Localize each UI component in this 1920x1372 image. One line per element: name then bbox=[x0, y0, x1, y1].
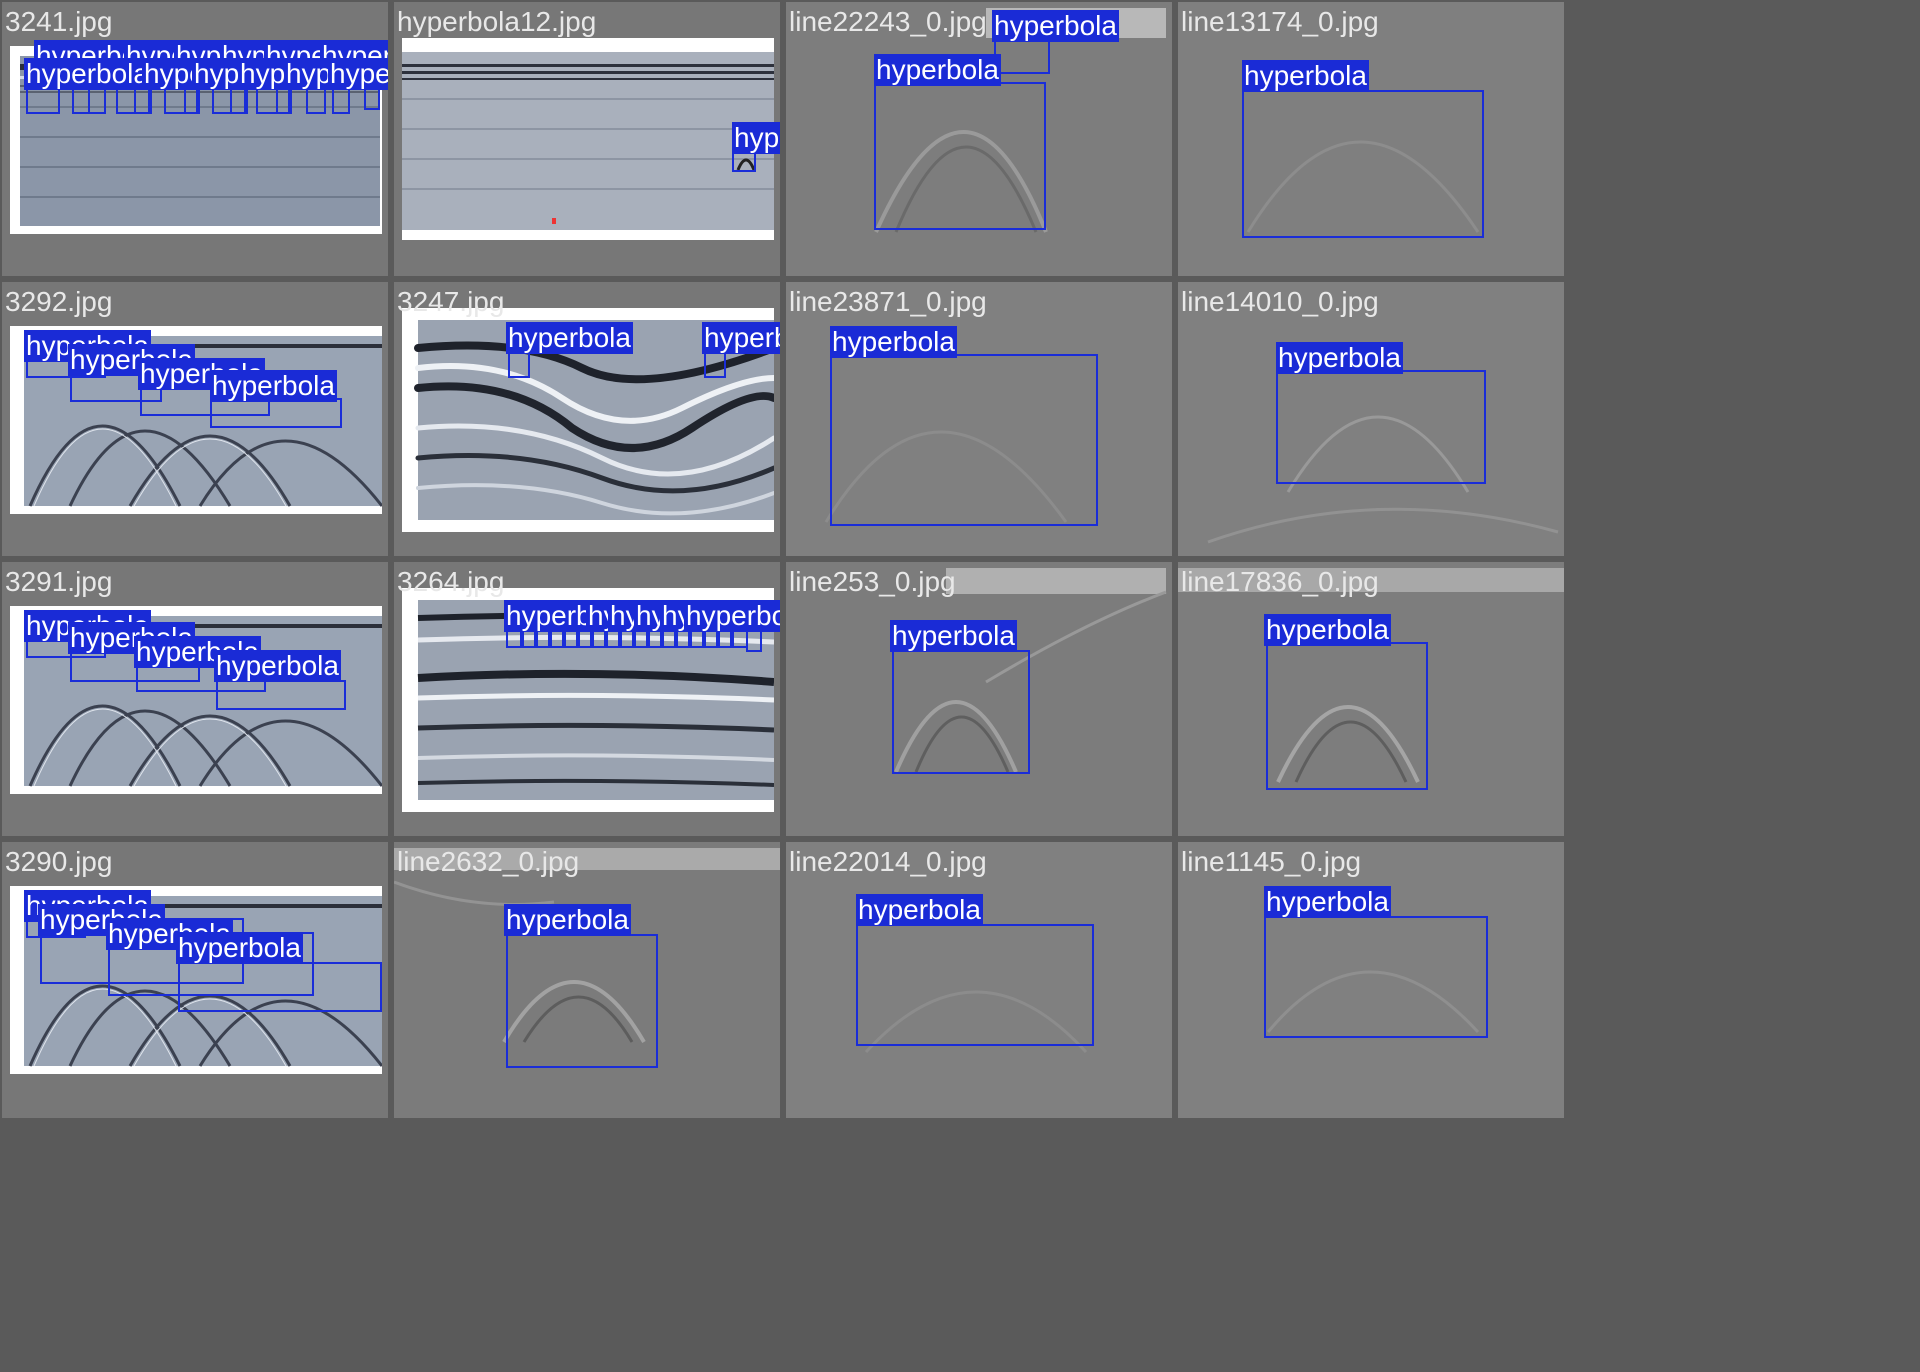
tile-title: line17836_0.jpg bbox=[1181, 566, 1379, 597]
tile-3264: 3264.jpg hyperbola hyperbo bbox=[394, 562, 780, 836]
detection-box bbox=[184, 88, 200, 114]
detection-label: hyperbola bbox=[890, 620, 1017, 652]
tile-title: 3290.jpg bbox=[5, 846, 113, 877]
tile-3241: 3241.jpg hyperbola hyper hyperbola hype bbox=[2, 2, 388, 276]
detection-box bbox=[306, 88, 326, 114]
detection-box bbox=[230, 88, 248, 114]
detection-box bbox=[332, 88, 350, 114]
tile-line2632: line2632_0.jpg hyperbola bbox=[394, 842, 780, 1118]
detection-label: hyperbola bbox=[830, 326, 957, 358]
tile-title: line22014_0.jpg bbox=[789, 846, 987, 877]
detection-label: hyperbola bbox=[702, 322, 780, 354]
tile-title: 3241.jpg bbox=[5, 6, 113, 37]
detection-box bbox=[134, 88, 152, 114]
tile-line253: line253_0.jpg hyperbola bbox=[786, 562, 1172, 836]
detection-label: hyperbola bbox=[176, 932, 303, 964]
tile-title: line253_0.jpg bbox=[789, 566, 956, 597]
image-thumbnail bbox=[402, 38, 774, 240]
detection-label: hyperbola bbox=[210, 370, 337, 402]
tile-title: line23871_0.jpg bbox=[789, 286, 987, 317]
mosaic-grid: 3241.jpg hyperbola hyper hyperbola hype … bbox=[0, 0, 1920, 1372]
tile-line1145: line1145_0.jpg hyperbola bbox=[1178, 842, 1564, 1118]
detection-label: hyperbola bbox=[1264, 886, 1391, 918]
tile-line23871: line23871_0.jpg hyperbola bbox=[786, 282, 1172, 556]
tile-title: 3247.jpg bbox=[397, 286, 505, 317]
detection-label: hyperbola bbox=[1242, 60, 1369, 92]
tile-title: line2632_0.jpg bbox=[397, 846, 580, 877]
detection-box bbox=[178, 962, 382, 1012]
tile-line14010: line14010_0.jpg hyperbola bbox=[1178, 282, 1564, 556]
detection-label: hyperbola bbox=[856, 894, 983, 926]
tile-title: hyperbola12.jpg bbox=[397, 6, 597, 37]
detection-label: hyperbola bbox=[992, 10, 1119, 42]
detection-label: hyperbola bbox=[328, 58, 388, 90]
detection-label: hyperbola bbox=[1276, 342, 1403, 374]
detection-label: hyperbola bbox=[1264, 614, 1391, 646]
tile-title: line22243_0.jpg bbox=[789, 6, 987, 37]
tile-title: 3292.jpg bbox=[5, 286, 113, 317]
detection-label: hyperbola bbox=[874, 54, 1001, 86]
tile-3292: 3292.jpg hyperbola hyperbola hyperbola h… bbox=[2, 282, 388, 556]
detection-box bbox=[506, 934, 658, 1068]
tile-title: line14010_0.jpg bbox=[1181, 286, 1379, 317]
detection-box bbox=[216, 680, 346, 710]
tile-3290: 3290.jpg hyperbola hyperbola hyperbola h… bbox=[2, 842, 388, 1118]
tile-title: line1145_0.jpg bbox=[1181, 846, 1362, 877]
tile-line13174: line13174_0.jpg hyperbola bbox=[1178, 2, 1564, 276]
tile-3247: 3247.jpg hyperbola hyperbola bbox=[394, 282, 780, 556]
tile-3291: 3291.jpg hyperbola hyperbola hyperbola h… bbox=[2, 562, 388, 836]
detection-box bbox=[874, 82, 1046, 230]
detection-box bbox=[364, 88, 380, 110]
tile-title: 3264.jpg bbox=[397, 566, 505, 597]
detection-label: hyperbola bbox=[732, 122, 780, 154]
tile-hyperbola12: hyperbola12.jpg hyperbola bbox=[394, 2, 780, 276]
detection-box bbox=[1242, 90, 1484, 238]
tile-title: line13174_0.jpg bbox=[1181, 6, 1379, 37]
detection-box bbox=[88, 88, 106, 114]
detection-box bbox=[892, 650, 1030, 774]
detection-label: hyperbola bbox=[214, 650, 341, 682]
detection-box bbox=[856, 924, 1094, 1046]
detection-label: hyperbola bbox=[684, 600, 780, 632]
tile-line22243: line22243_0.jpg hyperbola hyperbola bbox=[786, 2, 1172, 276]
tile-title: 3291.jpg bbox=[5, 566, 113, 597]
detection-box bbox=[830, 354, 1098, 526]
detection-label: hyperbola bbox=[24, 58, 151, 90]
detection-box bbox=[1276, 370, 1486, 484]
tile-line22014: line22014_0.jpg hyperbola bbox=[786, 842, 1172, 1118]
tile-line17836: line17836_0.jpg hyperbola bbox=[1178, 562, 1564, 836]
detection-box bbox=[210, 398, 342, 428]
detection-label: hyperbola bbox=[506, 322, 633, 354]
detection-label: hyperbola bbox=[504, 904, 631, 936]
detection-box bbox=[1266, 642, 1428, 790]
detection-box bbox=[1264, 916, 1488, 1038]
detection-box bbox=[276, 88, 292, 114]
detection-box bbox=[26, 88, 60, 114]
